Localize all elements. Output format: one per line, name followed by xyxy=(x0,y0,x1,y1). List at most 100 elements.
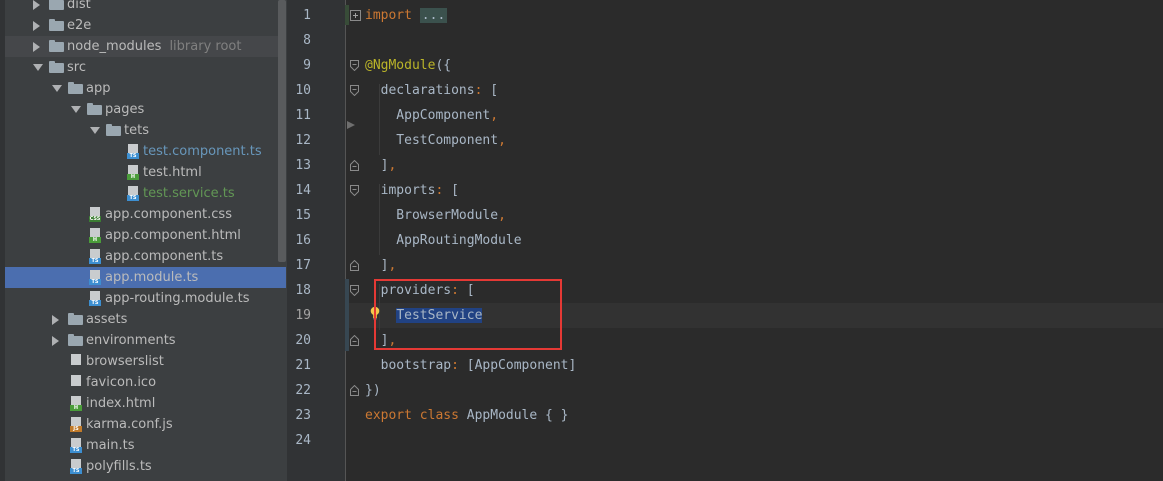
folder-icon xyxy=(87,103,102,115)
project-tree-panel: dist e2e node_modules library root src app pag… xyxy=(0,0,287,481)
tree-scrollbar[interactable] xyxy=(278,0,286,262)
line-number: 24 xyxy=(295,433,311,448)
code-line[interactable]: TestComponent, xyxy=(365,132,506,150)
tree-folder[interactable]: tets xyxy=(5,120,286,141)
tree-item-label: favicon.ico xyxy=(86,375,157,390)
code-line[interactable]: bootstrap: [AppComponent] xyxy=(365,357,577,375)
selected-identifier[interactable]: TestService xyxy=(396,308,483,323)
tree-file[interactable]: JS karma.conf.js xyxy=(5,414,286,435)
code-line[interactable]: }) xyxy=(365,382,381,400)
line-number: 17 xyxy=(295,258,311,273)
tree-file[interactable]: browserslist xyxy=(5,351,286,372)
tree-item-label: tets xyxy=(124,123,149,138)
fold-marker-icon[interactable] xyxy=(350,60,359,71)
tree-folder[interactable]: pages xyxy=(5,99,286,120)
chevron-down-icon[interactable] xyxy=(71,106,81,113)
file-icon: JS xyxy=(70,417,82,432)
code-line[interactable]: TestService xyxy=(365,307,483,325)
tree-folder[interactable]: dist xyxy=(5,0,286,15)
line-number: 13 xyxy=(295,158,311,173)
code-line[interactable]: providers: [ xyxy=(365,282,475,300)
gutter-divider xyxy=(345,0,346,481)
chevron-down-icon[interactable] xyxy=(90,127,100,134)
tree-folder[interactable]: e2e xyxy=(5,15,286,36)
chevron-right-icon[interactable] xyxy=(33,21,40,31)
code-line[interactable]: ], xyxy=(365,332,397,350)
tree-file[interactable]: TS polyfills.ts xyxy=(5,456,286,477)
tree-file[interactable]: Htest.html xyxy=(5,162,286,183)
fold-marker-icon[interactable] xyxy=(350,185,359,196)
indent-guide xyxy=(379,84,380,155)
chevron-right-icon[interactable] xyxy=(33,42,40,52)
tree-file[interactable]: TS app.module.ts xyxy=(5,267,286,288)
tree-file[interactable]: CSS app.component.css xyxy=(5,204,286,225)
tree-item-label: index.html xyxy=(86,396,156,411)
chevron-down-icon[interactable] xyxy=(33,64,43,71)
indent-guide xyxy=(379,184,380,255)
tree-file[interactable]: TS main.ts xyxy=(5,435,286,456)
file-icon: TS xyxy=(89,270,101,285)
tree-file[interactable]: Hindex.html xyxy=(5,393,286,414)
tree-item-label: karma.conf.js xyxy=(86,417,173,432)
line-number: 19 xyxy=(295,308,311,323)
tree-item-label: app.component.html xyxy=(105,228,241,243)
line-number: 9 xyxy=(303,58,311,73)
fold-marker-icon[interactable] xyxy=(350,260,359,271)
chevron-right-icon[interactable] xyxy=(33,0,40,10)
tree-folder[interactable]: assets xyxy=(5,309,286,330)
tree-file[interactable]: TS test.component.ts xyxy=(5,141,286,162)
tree-item-label: src xyxy=(67,60,86,75)
tree-file[interactable]: TS app-routing.module.ts xyxy=(5,288,286,309)
file-icon: TS xyxy=(70,459,82,474)
tree-item-label: browserslist xyxy=(86,354,164,369)
collapsed-imports[interactable]: ... xyxy=(419,8,448,23)
file-icon xyxy=(70,375,82,390)
tree-folder[interactable]: environments xyxy=(5,330,286,351)
tree-file[interactable]: favicon.ico xyxy=(5,372,286,393)
fold-marker-icon[interactable] xyxy=(350,160,359,171)
code-line[interactable]: export class AppModule { } xyxy=(365,407,569,425)
fold-marker-icon[interactable] xyxy=(350,285,359,296)
code-line[interactable]: AppRoutingModule xyxy=(365,232,521,250)
lightbulb-icon[interactable] xyxy=(370,305,380,320)
gutter-arrow-icon[interactable] xyxy=(347,121,355,129)
code-line[interactable]: AppComponent, xyxy=(365,107,498,125)
file-icon: H xyxy=(89,228,101,243)
code-line[interactable]: ], xyxy=(365,257,397,275)
tree-item-label: test.html xyxy=(143,165,202,180)
line-number: 21 xyxy=(295,358,311,373)
tree-file[interactable]: Happ.component.html xyxy=(5,225,286,246)
expand-fold-icon[interactable] xyxy=(350,10,361,21)
chevron-right-icon[interactable] xyxy=(52,315,59,325)
line-number: 8 xyxy=(303,33,311,48)
folder-icon xyxy=(106,124,121,136)
code-line[interactable]: @NgModule({ xyxy=(365,57,451,75)
line-number: 15 xyxy=(295,208,311,223)
chevron-down-icon[interactable] xyxy=(52,85,62,92)
fold-marker-icon[interactable] xyxy=(350,85,359,96)
tree-file[interactable]: TS app.component.ts xyxy=(5,246,286,267)
tree-folder[interactable]: src xyxy=(5,57,286,78)
tree-folder[interactable]: node_modules library root xyxy=(5,36,286,57)
code-line[interactable]: import ... xyxy=(365,7,448,25)
line-number: 11 xyxy=(295,108,311,123)
line-number: 22 xyxy=(295,383,311,398)
folder-icon xyxy=(68,313,83,325)
tree-item-label: polyfills.ts xyxy=(86,459,152,474)
line-number: 14 xyxy=(295,183,311,198)
code-line[interactable]: declarations: [ xyxy=(365,82,498,100)
tree-file[interactable]: TS test.service.ts xyxy=(5,183,286,204)
code-line[interactable]: ], xyxy=(365,157,397,175)
tree-folder[interactable]: app xyxy=(5,78,286,99)
fold-marker-icon[interactable] xyxy=(350,335,359,346)
tree-item-label: e2e xyxy=(67,18,92,33)
file-icon: TS xyxy=(127,186,139,201)
fold-marker-icon[interactable] xyxy=(350,385,359,396)
code-editor[interactable]: 1 import ... 8 9 @NgModule({10 declarations:… xyxy=(287,0,1163,481)
line-number: 10 xyxy=(295,83,311,98)
code-line[interactable]: BrowserModule, xyxy=(365,207,506,225)
tree-item-label: test.component.ts xyxy=(143,144,262,159)
file-icon: H xyxy=(70,396,82,411)
folder-icon xyxy=(68,82,83,94)
chevron-right-icon[interactable] xyxy=(52,336,59,346)
